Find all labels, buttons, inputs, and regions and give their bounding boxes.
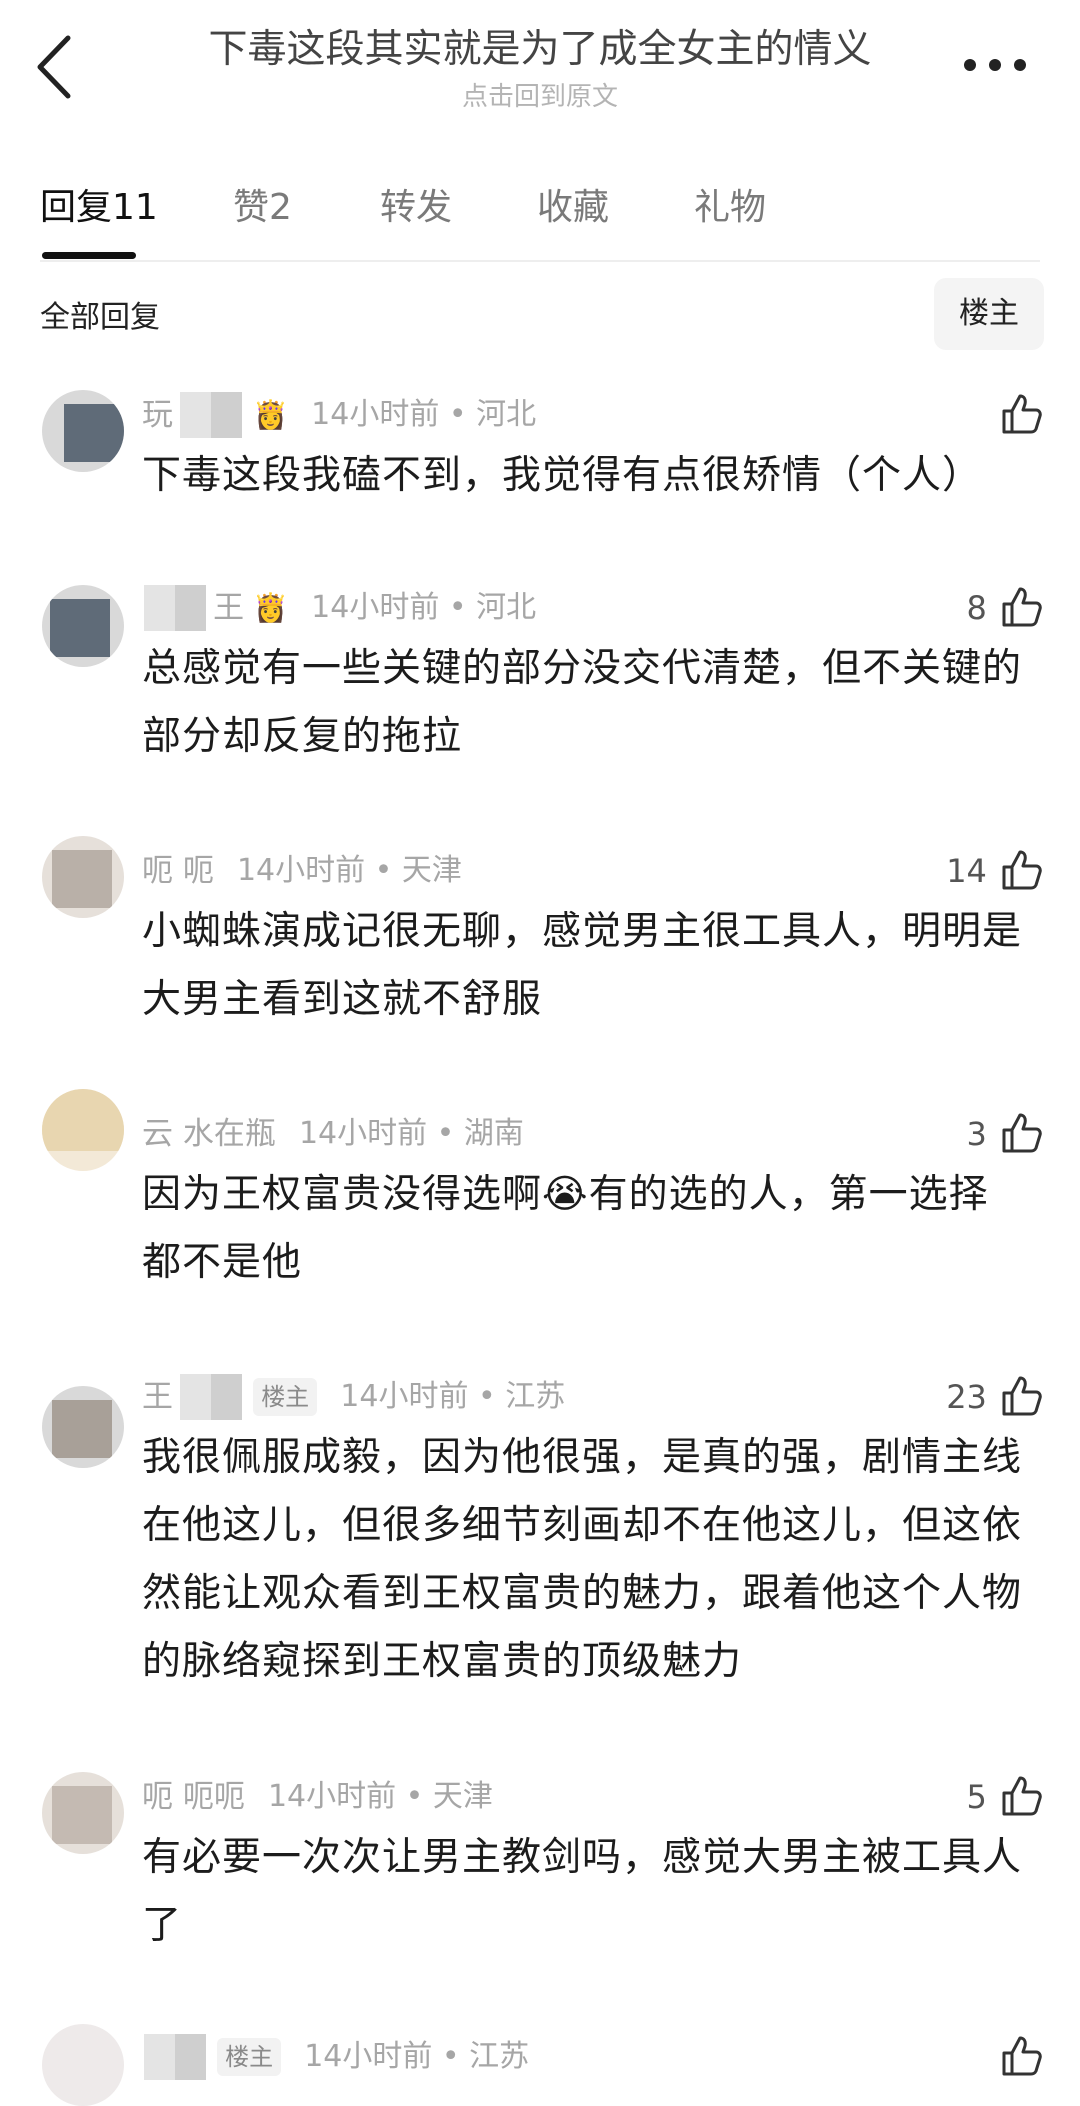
- op-tag: 楼主: [253, 1378, 318, 1416]
- avatar[interactable]: [42, 1772, 124, 1854]
- username[interactable]: 呃 呃: [142, 848, 214, 894]
- avatar[interactable]: [42, 836, 124, 918]
- thumbs-up-icon: [1002, 850, 1042, 890]
- reply-content: 下毒这段我磕不到，我觉得有点很矫情（个人）: [142, 453, 983, 498]
- back-to-original-link[interactable]: 点击回到原文: [150, 76, 930, 113]
- like-button[interactable]: 23: [946, 1370, 1044, 1424]
- reply-content: 小蜘蛛演成记很无聊，感觉男主很工具人，明明是大男主看到这就不舒服: [142, 909, 1023, 1022]
- thumbs-up-icon: [1002, 2036, 1042, 2076]
- reply-meta: 王 楼主 14小时前 • 江苏: [142, 1374, 565, 1420]
- op-tag: 楼主: [217, 2038, 282, 2076]
- tab-reposts[interactable]: 转发: [380, 178, 452, 230]
- thumbs-up-icon: [1002, 1376, 1042, 1416]
- avatar[interactable]: [42, 2024, 124, 2106]
- more-dots-icon: [964, 59, 1026, 71]
- redaction-mosaic: [144, 585, 206, 631]
- tab-replies[interactable]: 回复11: [40, 178, 158, 230]
- thumbs-up-icon: [1002, 1113, 1042, 1153]
- tab-favorites[interactable]: 收藏: [537, 178, 609, 230]
- like-button[interactable]: 5: [967, 1770, 1044, 1824]
- reply-content: 有必要一次次让男主教剑吗，感觉大男主被工具人了: [142, 1835, 1023, 1948]
- princess-badge-icon: 👸: [253, 398, 289, 431]
- reply-meta: 呃 呃呃 14小时前 • 天津: [142, 1774, 493, 1820]
- like-count: 5: [966, 1778, 987, 1816]
- like-count: 3: [966, 1115, 987, 1153]
- reply-meta: 楼主 14小时前 • 江苏: [142, 2034, 529, 2080]
- like-button[interactable]: [998, 2030, 1044, 2084]
- redaction-mosaic: [180, 392, 243, 438]
- all-replies-label: 全部回复: [40, 300, 160, 335]
- reply-meta: 王 👸 14小时前 • 河北: [142, 585, 536, 631]
- reply-meta: 呃 呃 14小时前 • 天津: [142, 848, 462, 894]
- tab-gifts[interactable]: 礼物: [694, 178, 766, 230]
- chevron-left-icon: [37, 35, 71, 99]
- thumbs-up-icon: [1002, 1776, 1042, 1816]
- redaction-mosaic: [144, 2034, 206, 2080]
- top-bar: 下毒这段其实就是为了成全女主的情义 点击回到原文: [0, 0, 1080, 130]
- time-location: 14小时前 • 湖南: [298, 1116, 524, 1151]
- reply-content: 因为王权富贵没得选啊😭有的选的人，第一选择都不是他: [142, 1172, 989, 1285]
- username[interactable]: 玩: [142, 392, 173, 438]
- username[interactable]: 云 水在瓶: [142, 1111, 276, 1157]
- username[interactable]: 呃 呃呃: [142, 1774, 245, 1820]
- like-count: 14: [946, 852, 987, 890]
- divider: [40, 260, 1040, 262]
- avatar[interactable]: [42, 1089, 124, 1171]
- tab-likes[interactable]: 赞2: [233, 178, 292, 230]
- username[interactable]: 王: [142, 1374, 173, 1420]
- avatar[interactable]: [42, 1386, 124, 1468]
- like-button[interactable]: [987, 388, 1044, 442]
- op-only-button[interactable]: 楼主: [934, 278, 1044, 350]
- tab-bar: 回复11 赞2 转发 收藏 礼物: [40, 170, 1040, 260]
- time-location: 14小时前 • 河北: [311, 590, 537, 625]
- reply-content: 总感觉有一些关键的部分没交代清楚，但不关键的部分却反复的拖拉: [142, 646, 1023, 759]
- time-location: 14小时前 • 天津: [236, 853, 462, 888]
- more-button[interactable]: [960, 50, 1030, 80]
- back-button[interactable]: [30, 30, 80, 105]
- time-location: 14小时前 • 河北: [311, 397, 537, 432]
- redaction-mosaic: [180, 1374, 243, 1420]
- princess-badge-icon: 👸: [253, 591, 289, 624]
- like-count: 23: [946, 1378, 987, 1416]
- thumbs-up-icon: [1002, 587, 1042, 627]
- like-count: 8: [966, 589, 987, 627]
- active-tab-indicator: [42, 252, 136, 259]
- reply-meta: 玩 👸 14小时前 • 河北: [142, 392, 536, 438]
- like-button[interactable]: 14: [946, 844, 1044, 898]
- avatar[interactable]: [42, 390, 124, 472]
- reply-meta: 云 水在瓶 14小时前 • 湖南: [142, 1111, 524, 1157]
- like-button[interactable]: 3: [967, 1107, 1044, 1161]
- page-title[interactable]: 下毒这段其实就是为了成全女主的情义: [150, 18, 930, 74]
- avatar[interactable]: [42, 585, 124, 667]
- time-location: 14小时前 • 天津: [267, 1779, 493, 1814]
- time-location: 14小时前 • 江苏: [304, 2039, 530, 2074]
- reply-content: 我很佩服成毅，因为他很强，是真的强，剧情主线在他这儿，但很多细节刻画却不在他这儿…: [142, 1435, 1023, 1684]
- thumbs-up-icon: [1002, 394, 1042, 434]
- time-location: 14小时前 • 江苏: [340, 1379, 566, 1414]
- like-button[interactable]: 8: [967, 581, 1044, 635]
- username[interactable]: 王: [213, 585, 244, 631]
